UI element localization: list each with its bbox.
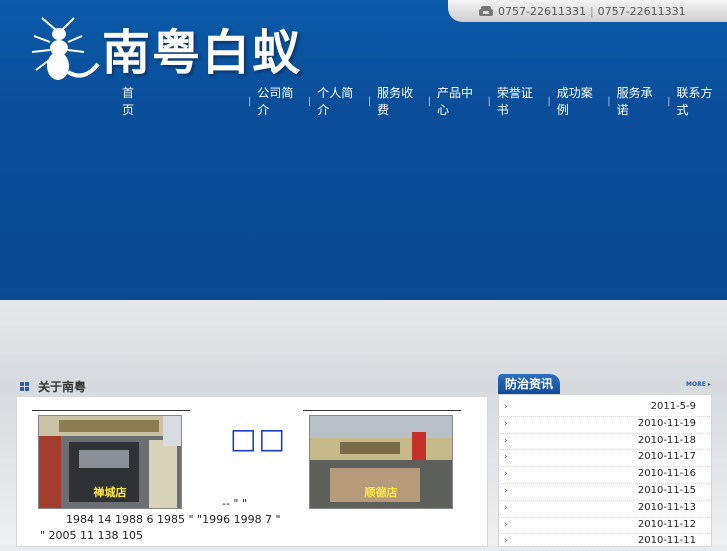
- nav-item-company[interactable]: 公司简介: [251, 84, 308, 118]
- store-caption: 禅城店: [93, 486, 127, 499]
- bullet-arrow-icon: ›: [504, 485, 508, 496]
- news-item[interactable]: › 2010-11-13: [498, 501, 710, 518]
- news-item[interactable]: › 2010-11-16: [498, 467, 710, 484]
- bullet-arrow-icon: ›: [504, 418, 508, 429]
- arrow-right-icon: ▸: [705, 381, 711, 388]
- bullet-arrow-icon: ›: [504, 502, 508, 513]
- nav-item-pricing[interactable]: 服务收费: [371, 84, 428, 118]
- news-list: › 2011-5-9 › 2010-11-19 › 2010-11-18 › 2…: [498, 400, 710, 551]
- news-item[interactable]: › 2010-11-17: [498, 450, 710, 468]
- news-item[interactable]: › 2010-11-11: [498, 534, 710, 551]
- news-date: 2010-11-17: [637, 451, 696, 463]
- nav-item-promise[interactable]: 服务承诺: [611, 84, 668, 118]
- news-item[interactable]: › 2011-5-9: [498, 400, 710, 417]
- news-date: 2011-5-9: [650, 401, 696, 412]
- news-item[interactable]: › 2010-11-12: [498, 518, 710, 535]
- main-nav: 首 页 | 公司简介 | 个人简介 | 服务收费 | 产品中心 | 荣誉证书 |…: [116, 84, 727, 118]
- news-date: 2010-11-15: [637, 484, 696, 496]
- store-photo-shunde[interactable]: 顺德店: [309, 415, 453, 509]
- bullet-arrow-icon: ›: [504, 435, 508, 446]
- news-item[interactable]: › 2010-11-18: [498, 434, 710, 451]
- about-text-line: -- " ": [222, 497, 248, 510]
- about-title-text: 关于南粤: [38, 380, 87, 394]
- nav-item-home[interactable]: 首 页: [116, 84, 248, 118]
- site-logo[interactable]: 南粤白蚁: [28, 12, 302, 84]
- bullet-arrow-icon: ›: [504, 519, 508, 530]
- missing-glyph-text: □□: [230, 422, 287, 455]
- photo-top-rule: [32, 410, 190, 411]
- nav-item-profile[interactable]: 个人简介: [311, 84, 368, 118]
- news-section-title: 防治资讯: [498, 374, 560, 394]
- brand-name: 南粤白蚁: [102, 25, 303, 81]
- news-item[interactable]: › 2010-11-15: [498, 484, 710, 501]
- phone-number-2: 0757-22611331: [597, 4, 686, 18]
- about-text-line: 1984 14 1988 6 1985 " "1996 1998 7 ": [66, 513, 281, 526]
- more-link[interactable]: MORE ▸: [686, 381, 711, 388]
- news-date: 2010-11-12: [637, 518, 696, 530]
- news-item[interactable]: › 2010-11-19: [498, 417, 710, 434]
- header-banner: 0757-22611331 | 0757-22611331 南粤白蚁 首 页 |…: [0, 0, 727, 300]
- news-date: 2010-11-16: [637, 468, 696, 480]
- telephone-icon: [479, 6, 493, 16]
- nav-item-products[interactable]: 产品中心: [431, 84, 488, 118]
- bullet-arrow-icon: ›: [504, 469, 508, 480]
- grid-bullet-icon: [20, 381, 29, 391]
- termite-logo-icon: [31, 17, 100, 80]
- nav-item-honors[interactable]: 荣誉证书: [491, 84, 548, 118]
- phone-bar: 0757-22611331 | 0757-22611331: [448, 0, 727, 22]
- about-description: -- " " 1984 14 1988 6 1985 " "1996 1998 …: [30, 497, 480, 544]
- phone-divider: |: [589, 4, 594, 18]
- about-text-line: " 2005 11 138 105: [40, 529, 144, 542]
- news-date: 2010-11-19: [637, 417, 696, 429]
- news-date: 2010-11-13: [637, 501, 696, 513]
- nav-item-cases[interactable]: 成功案例: [551, 84, 608, 118]
- bullet-arrow-icon: ›: [504, 452, 508, 463]
- store-photo-chancheng[interactable]: 禅城店: [38, 415, 182, 509]
- photo-top-rule: [303, 410, 461, 411]
- news-date: 2010-11-18: [637, 434, 696, 446]
- about-section-title: 关于南粤: [20, 378, 86, 395]
- nav-item-contact[interactable]: 联系方式: [671, 84, 727, 118]
- bullet-arrow-icon: ›: [504, 402, 508, 412]
- phone-number-1: 0757-22611331: [498, 4, 586, 18]
